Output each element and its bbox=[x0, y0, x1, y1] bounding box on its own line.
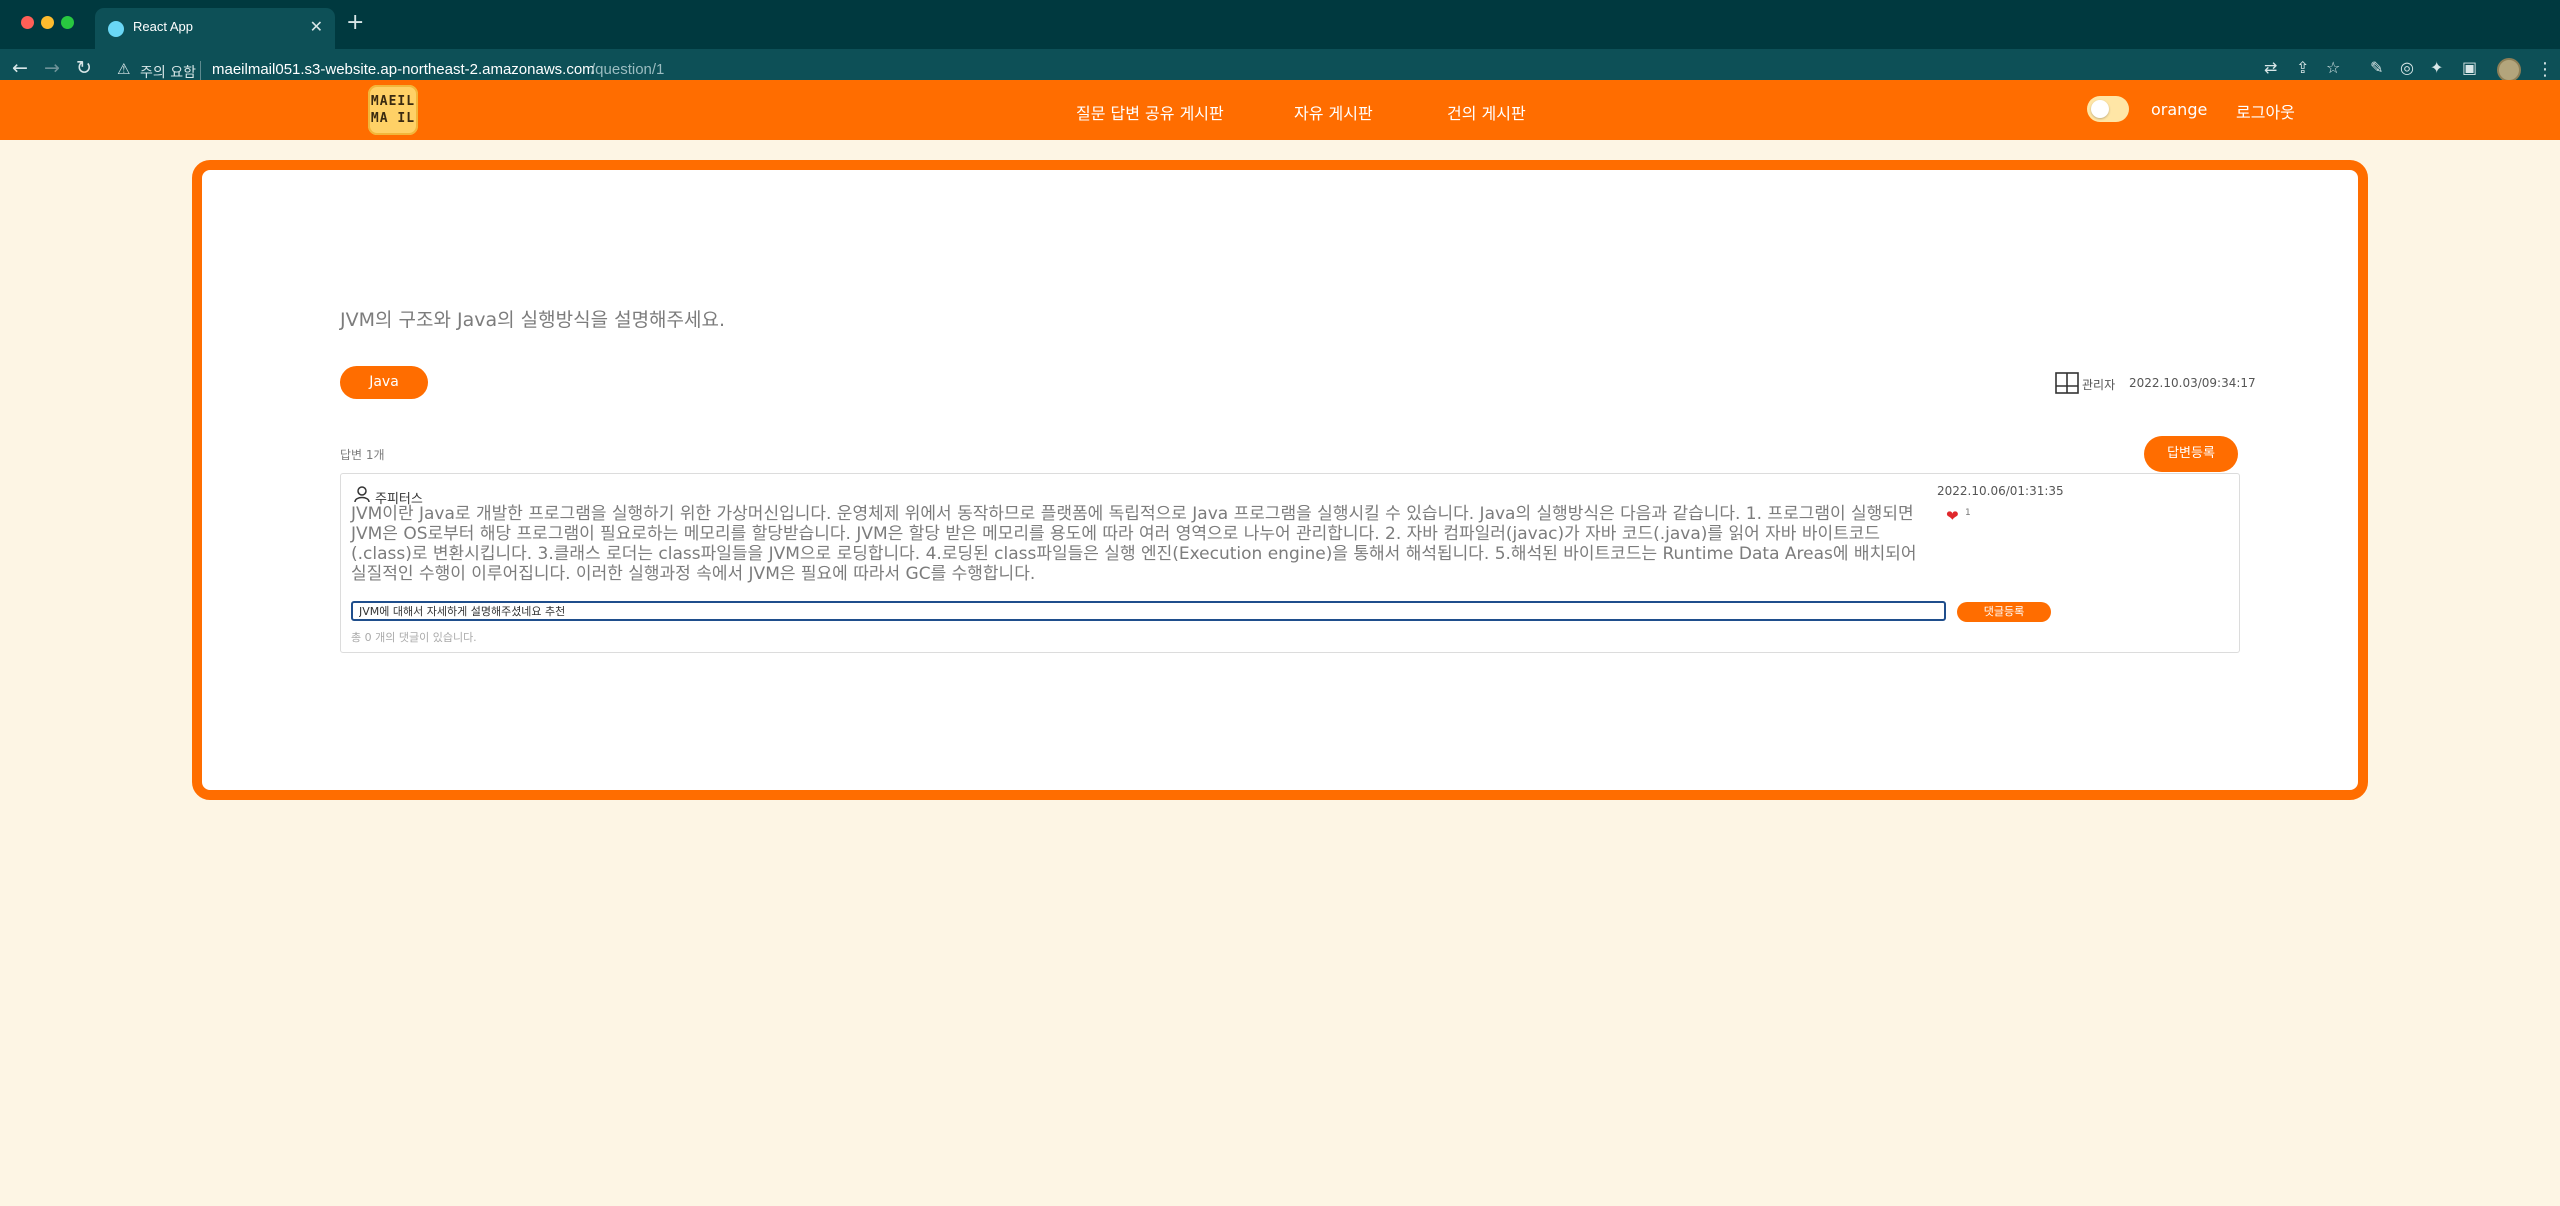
browser-tab-bar: React App ✕ + bbox=[0, 0, 2560, 49]
heart-icon[interactable]: ❤ bbox=[1946, 507, 1959, 525]
forward-arrow-icon[interactable]: → bbox=[44, 59, 60, 78]
browser-tab[interactable]: React App ✕ bbox=[95, 8, 335, 49]
answer-body: JVM이란 Java로 개발한 프로그램을 실행하기 위한 가상머신입니다. 운… bbox=[351, 504, 1917, 584]
question-card: JVM의 구조와 Java의 실행방식을 설명해주세요. Java 관리자 20… bbox=[192, 160, 2368, 800]
submit-comment-button[interactable]: 댓글등록 bbox=[1957, 602, 2051, 622]
compass-icon[interactable]: ◎ bbox=[2400, 60, 2414, 76]
url-path[interactable]: /question/1 bbox=[591, 61, 664, 78]
url-divider bbox=[200, 61, 201, 81]
theme-toggle-knob bbox=[2091, 100, 2109, 118]
warning-icon[interactable]: ⚠ bbox=[117, 60, 130, 78]
question-title: JVM의 구조와 Java의 실행방식을 설명해주세요. bbox=[340, 309, 726, 331]
close-window-button[interactable] bbox=[21, 16, 34, 29]
nav-qa-board[interactable]: 질문 답변 공유 게시판 bbox=[1076, 100, 1224, 124]
minimize-window-button[interactable] bbox=[41, 16, 54, 29]
app-header: MAEIL MA IL 질문 답변 공유 게시판 자유 게시판 건의 게시판 o… bbox=[0, 80, 2560, 140]
tab-title: React App bbox=[133, 19, 193, 34]
new-tab-icon[interactable]: + bbox=[346, 12, 364, 34]
share-icon[interactable]: ⇪ bbox=[2296, 60, 2309, 76]
profile-avatar[interactable] bbox=[2497, 58, 2521, 82]
back-arrow-icon[interactable]: ← bbox=[12, 59, 28, 78]
puzzle-extension-icon[interactable]: ✦ bbox=[2430, 60, 2443, 76]
author-avatar-icon bbox=[2055, 372, 2079, 394]
extension-pen-icon[interactable]: ✎ bbox=[2370, 60, 2383, 76]
answer-date: 2022.10.06/01:31:35 bbox=[1937, 484, 2064, 498]
nav-free-board[interactable]: 자유 게시판 bbox=[1294, 100, 1373, 124]
maximize-window-button[interactable] bbox=[61, 16, 74, 29]
logo-line1: MAEIL bbox=[370, 94, 416, 109]
add-answer-button[interactable]: 답변등록 bbox=[2144, 436, 2238, 472]
tab-close-icon[interactable]: ✕ bbox=[310, 17, 323, 36]
user-icon bbox=[354, 486, 370, 503]
sidebar-icon[interactable]: ▣ bbox=[2462, 60, 2477, 76]
comment-count: 총 0 개의 댓글이 있습니다. bbox=[351, 631, 477, 644]
site-logo[interactable]: MAEIL MA IL bbox=[368, 85, 418, 135]
menu-kebab-icon[interactable]: ⋮ bbox=[2536, 59, 2554, 80]
logout-button[interactable]: 로그아웃 bbox=[2236, 99, 2295, 123]
question-author: 관리자 bbox=[2082, 378, 2116, 392]
theme-toggle[interactable] bbox=[2087, 96, 2129, 122]
answer-count: 답변 1개 bbox=[340, 448, 385, 462]
translate-icon[interactable]: ⇄ bbox=[2264, 60, 2277, 76]
url-host[interactable]: maeilmail051.s3-website.ap-northeast-2.a… bbox=[212, 61, 595, 78]
question-date: 2022.10.03/09:34:17 bbox=[2129, 376, 2256, 390]
theme-label: orange bbox=[2151, 100, 2208, 119]
like-count: 1 bbox=[1965, 508, 1971, 518]
nav-suggestion-board[interactable]: 건의 게시판 bbox=[1447, 100, 1526, 124]
answer-item: 주피터스 2022.10.06/01:31:35 JVM이란 Java로 개발한… bbox=[340, 473, 2240, 653]
category-tag[interactable]: Java bbox=[340, 366, 428, 399]
reload-icon[interactable]: ↻ bbox=[76, 59, 92, 78]
logo-line2: MA IL bbox=[370, 111, 416, 126]
security-label[interactable]: 주의 요함 bbox=[140, 62, 196, 82]
bookmark-star-icon[interactable]: ☆ bbox=[2326, 60, 2340, 76]
comment-input[interactable] bbox=[351, 601, 1946, 621]
react-favicon-icon bbox=[108, 21, 124, 37]
